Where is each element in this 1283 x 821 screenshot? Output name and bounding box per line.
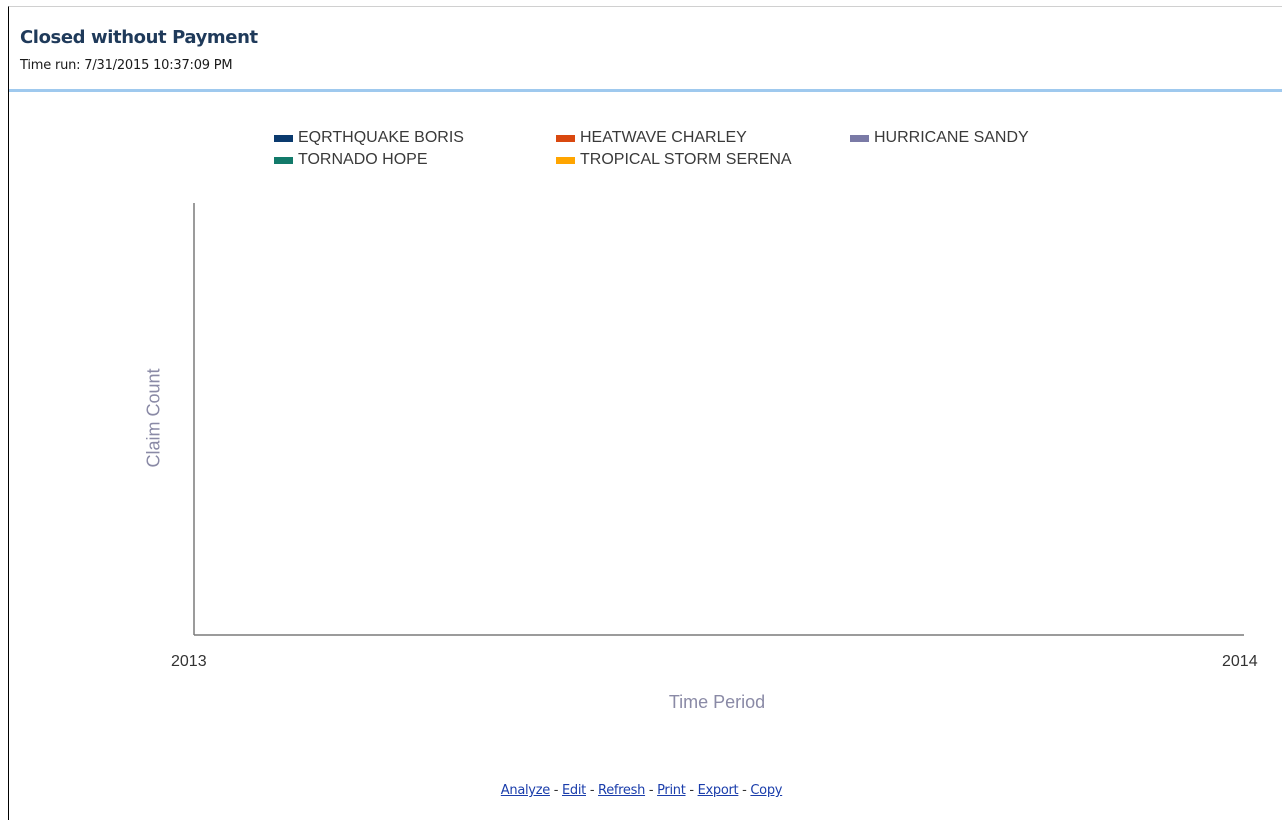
y-axis-title: Claim Count bbox=[143, 368, 164, 468]
refresh-link[interactable]: Refresh bbox=[598, 783, 645, 798]
export-link[interactable]: Export bbox=[698, 783, 739, 798]
analyze-link[interactable]: Analyze bbox=[501, 783, 550, 798]
link-separator: - bbox=[685, 783, 698, 798]
link-separator: - bbox=[738, 783, 751, 798]
report-links: Analyze - Edit - Refresh - Print - Expor… bbox=[0, 783, 1283, 798]
x-tick-label: 2014 bbox=[1222, 653, 1258, 670]
x-tick-label: 2013 bbox=[171, 653, 207, 670]
chart-plot bbox=[193, 203, 1244, 636]
edit-link[interactable]: Edit bbox=[562, 783, 586, 798]
link-separator: - bbox=[585, 783, 599, 798]
x-axis-title: Time Period bbox=[668, 692, 766, 712]
print-link[interactable]: Print bbox=[657, 783, 686, 798]
link-separator: - bbox=[645, 783, 658, 798]
copy-link[interactable]: Copy bbox=[750, 783, 782, 798]
link-separator: - bbox=[549, 783, 562, 798]
